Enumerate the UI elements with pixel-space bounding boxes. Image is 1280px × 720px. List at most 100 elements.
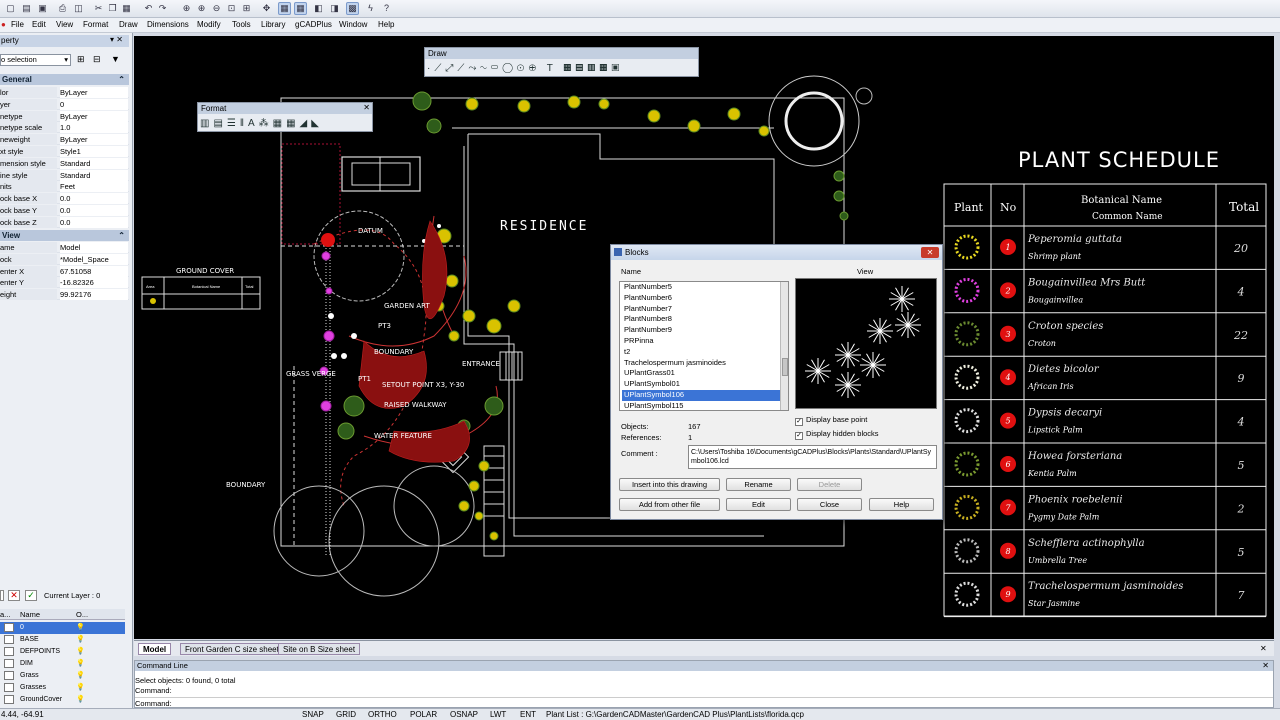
display-hidden-blocks-checkbox[interactable]: ✓ Display hidden blocks xyxy=(795,429,879,440)
block-list-item[interactable]: t2 xyxy=(622,347,788,358)
property-value[interactable]: 99.92176 xyxy=(60,289,128,301)
zoom-out-icon[interactable]: ⊖ xyxy=(210,2,223,15)
menu-tools[interactable]: Tools xyxy=(232,20,251,29)
app-icon[interactable]: ● xyxy=(1,20,6,29)
layer-row[interactable]: DIM 💡 xyxy=(0,658,125,670)
property-row[interactable]: ock base X 0.0 xyxy=(0,193,129,205)
menu-format[interactable]: Format xyxy=(83,20,108,29)
pin-icon[interactable]: ▾ ✕ xyxy=(110,35,123,44)
display-base-point-checkbox[interactable]: ✓ Display base point xyxy=(795,415,867,426)
grid-toggle[interactable]: GRID xyxy=(336,710,356,719)
layer-row[interactable]: GroundCover 💡 xyxy=(0,694,125,706)
property-row[interactable]: ock *Model_Space xyxy=(0,253,129,265)
bulb-icon[interactable]: 💡 xyxy=(76,622,85,634)
insert-button[interactable]: Insert into this drawing xyxy=(619,478,720,491)
block-list-item[interactable]: UPlantSymbol106 xyxy=(622,389,788,401)
tab-site[interactable]: Site on B Size sheet xyxy=(278,643,361,655)
tabs-close-icon[interactable]: ✕ xyxy=(1260,643,1267,655)
bulb-icon[interactable]: 💡 xyxy=(76,670,85,682)
print-preview-icon[interactable]: ◫ xyxy=(72,2,85,15)
property-value[interactable]: Feet xyxy=(60,181,128,193)
save-icon[interactable]: ▣ xyxy=(36,2,49,15)
copy-icon[interactable]: ❐ xyxy=(106,2,119,15)
layer-active-box[interactable] xyxy=(4,659,14,668)
blocks-close-icon[interactable]: ✕ xyxy=(921,247,939,258)
bulb-icon[interactable]: 💡 xyxy=(76,658,85,670)
property-value[interactable]: 0 xyxy=(60,98,128,110)
property-value[interactable]: ByLayer xyxy=(60,134,128,146)
menu-window[interactable]: Window xyxy=(339,20,367,29)
block-list-item[interactable]: PlantNumber8 xyxy=(622,314,788,325)
layer-active-box[interactable] xyxy=(4,623,14,632)
print-icon[interactable]: ⎙ xyxy=(56,2,69,15)
quick-select-icon[interactable]: ⊟ xyxy=(93,54,101,65)
view-section-header[interactable]: View ⌃ xyxy=(0,230,129,241)
ent-toggle[interactable]: ENT xyxy=(520,710,536,719)
delete-layer-icon[interactable]: ✕ xyxy=(8,590,20,601)
help-icon[interactable]: ? xyxy=(380,2,393,15)
property-row[interactable]: nits Feet xyxy=(0,181,129,193)
tile-icon[interactable]: ▦ xyxy=(278,2,291,15)
rename-button[interactable]: Rename xyxy=(726,478,791,491)
new-layer-button[interactable] xyxy=(0,590,4,601)
new-file-icon[interactable]: ▢ xyxy=(4,2,17,15)
polar-toggle[interactable]: POLAR xyxy=(410,710,437,719)
menu-help[interactable]: Help xyxy=(378,20,394,29)
property-value[interactable]: ByLayer xyxy=(60,110,128,122)
layer-active-box[interactable] xyxy=(4,683,14,692)
paste-icon[interactable]: ▦ xyxy=(120,2,133,15)
command-input[interactable]: Command: xyxy=(135,697,1273,708)
lightning-icon[interactable]: ϟ xyxy=(364,2,377,15)
property-value[interactable]: -16.82326 xyxy=(60,277,128,289)
bulb-icon[interactable]: 💡 xyxy=(76,694,85,706)
zoom-window-icon[interactable]: ⊡ xyxy=(225,2,238,15)
pan-icon[interactable]: ✥ xyxy=(260,2,273,15)
property-value[interactable]: Style1 xyxy=(60,146,128,157)
property-row[interactable]: netype ByLayer xyxy=(0,110,129,122)
property-row[interactable]: eight 99.92176 xyxy=(0,289,129,301)
property-value[interactable]: Model xyxy=(60,242,128,253)
layer-row[interactable]: BASE 💡 xyxy=(0,634,125,646)
property-row[interactable]: ine style Standard xyxy=(0,169,129,181)
snap-toggle[interactable]: SNAP xyxy=(302,710,324,719)
add-from-file-button[interactable]: Add from other file xyxy=(619,498,720,511)
block-list-item[interactable]: UPlantSymbol01 xyxy=(622,379,788,390)
menu-modify[interactable]: Modify xyxy=(197,20,221,29)
property-value[interactable]: *Model_Space xyxy=(60,253,128,265)
draw-tools[interactable]: ·⟋⤢⟋⤳∿▭◯⊙⊕ T ▦▤▥▦▣ xyxy=(427,62,697,76)
layer-row[interactable]: Grasses 💡 xyxy=(0,682,125,694)
layer-active-box[interactable] xyxy=(4,647,14,656)
block-list[interactable]: PlantNumber5 PlantNumber6 PlantNumber7 Plan… xyxy=(619,281,789,411)
menu-edit[interactable]: Edit xyxy=(32,20,46,29)
block-list-item[interactable]: UPlantSymbol115 xyxy=(622,401,788,410)
tab-front-garden[interactable]: Front Garden C size sheet xyxy=(180,643,284,655)
ortho-toggle[interactable]: ORTHO xyxy=(368,710,397,719)
property-value[interactable]: 67.51058 xyxy=(60,265,128,277)
block-list-item[interactable]: PlantNumber9 xyxy=(622,325,788,336)
property-value[interactable]: 0.0 xyxy=(60,193,128,205)
layer-icon[interactable]: ◧ xyxy=(312,2,325,15)
menu-gcadplus[interactable]: gCADPlus xyxy=(295,20,332,29)
block-list-item[interactable]: UPlantGrass01 xyxy=(622,368,788,379)
property-row[interactable]: netype scale 1.0 xyxy=(0,122,129,134)
property-row[interactable]: ock base Z 0.0 xyxy=(0,216,129,228)
filter-icon[interactable]: ▼ xyxy=(111,54,120,64)
property-row[interactable]: enter Y -16.82326 xyxy=(0,277,129,289)
menu-file[interactable]: File xyxy=(11,20,24,29)
delete-button[interactable]: Delete xyxy=(797,478,862,491)
comment-field[interactable]: C:\Users\Toshiba 16\Documents\gCADPlus\B… xyxy=(688,445,937,469)
zoom-icon[interactable]: ⊕ xyxy=(180,2,193,15)
open-folder-icon[interactable]: ▤ xyxy=(20,2,33,15)
bulb-icon[interactable]: 💡 xyxy=(76,646,85,658)
property-row[interactable]: ock base Y 0.0 xyxy=(0,205,129,216)
property-row[interactable]: lor ByLayer xyxy=(0,87,129,98)
property-row[interactable]: enter X 67.51058 xyxy=(0,265,129,277)
property-row[interactable]: xt style Style1 xyxy=(0,146,129,157)
undo-icon[interactable]: ↶ xyxy=(142,2,155,15)
tab-model[interactable]: Model xyxy=(138,643,172,655)
layer-active-box[interactable] xyxy=(4,635,14,644)
format-close-icon[interactable]: ✕ xyxy=(363,103,370,112)
zoom-extents-icon[interactable]: ⊞ xyxy=(240,2,253,15)
property-value[interactable]: 0.0 xyxy=(60,205,128,216)
property-value[interactable]: ByLayer xyxy=(60,87,128,98)
